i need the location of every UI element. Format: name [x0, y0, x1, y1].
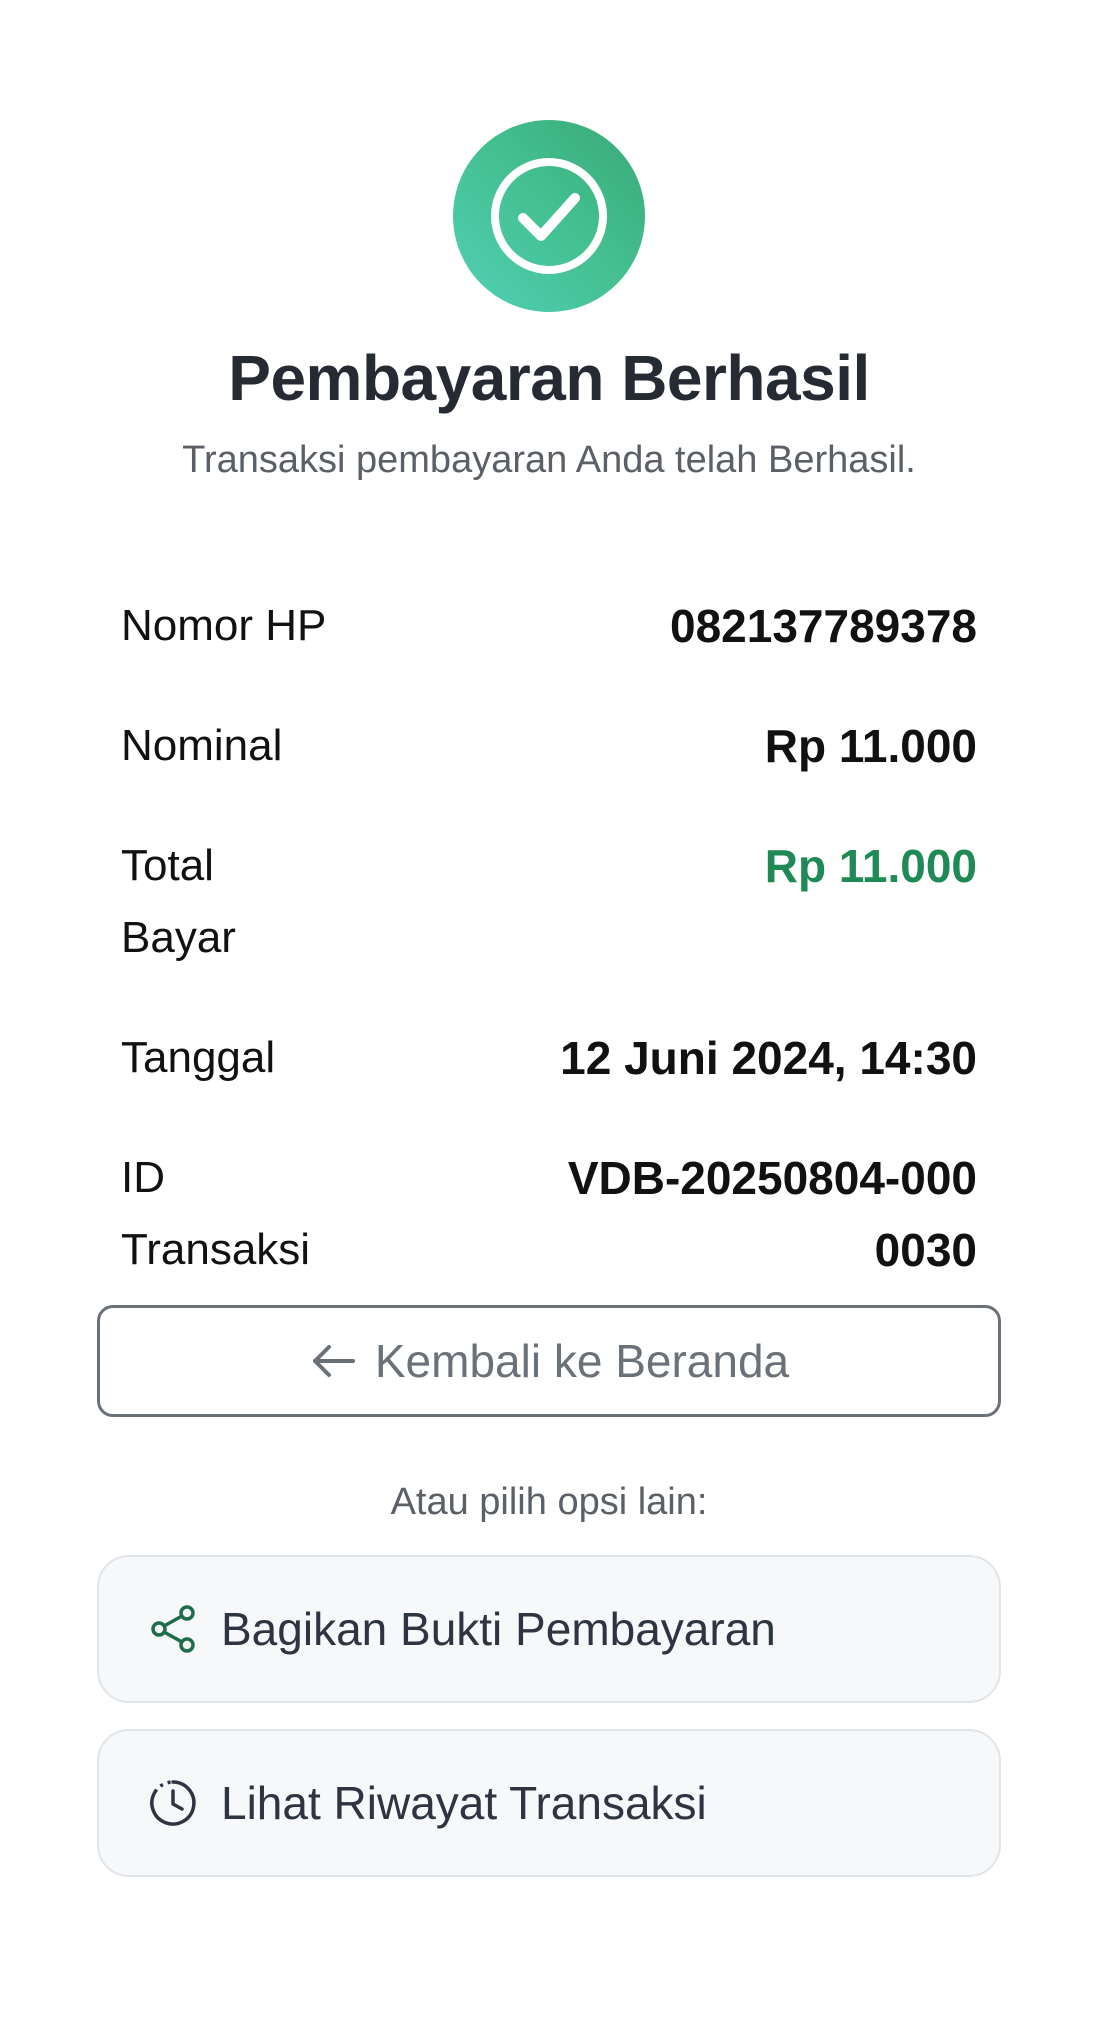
- detail-label: Nominal: [121, 721, 283, 770]
- success-badge: [453, 120, 645, 312]
- detail-label: Total Bayar: [121, 841, 236, 962]
- page-subtitle: Transaksi pembayaran Anda telah Berhasil…: [182, 439, 916, 481]
- detail-value: 082137789378: [670, 600, 977, 652]
- share-receipt-button[interactable]: Bagikan Bukti Pembayaran: [97, 1555, 1001, 1703]
- arrow-left-icon: [312, 1345, 355, 1377]
- detail-value: 12 Juni 2024, 14:30: [560, 1032, 977, 1084]
- detail-label: ID Transaksi: [121, 1153, 311, 1274]
- share-button-label: Bagikan Bukti Pembayaran: [221, 1603, 776, 1655]
- share-icon: [151, 1605, 195, 1653]
- alternative-options-prompt: Atau pilih opsi lain:: [390, 1481, 708, 1523]
- check-circle-icon: [491, 158, 607, 274]
- detail-row-transaction-id: ID Transaksi VDB-20250804-0000030: [121, 1142, 977, 1286]
- transaction-history-button[interactable]: Lihat Riwayat Transaksi: [97, 1729, 1001, 1877]
- total-amount-value: Rp 11.000: [764, 840, 977, 892]
- transaction-details: Nomor HP 082137789378 Nominal Rp 11.000 …: [121, 590, 977, 1334]
- detail-value: Rp 11.000: [764, 720, 977, 772]
- detail-row-total: Total Bayar Rp 11.000: [121, 830, 977, 974]
- back-to-home-button[interactable]: Kembali ke Beranda: [97, 1305, 1001, 1417]
- page-title: Pembayaran Berhasil: [228, 342, 870, 414]
- payment-success-page: Pembayaran Berhasil Transaksi pembayaran…: [0, 0, 1098, 2022]
- history-clock-icon: [150, 1780, 196, 1826]
- back-button-label: Kembali ke Beranda: [374, 1335, 790, 1387]
- detail-row-phone: Nomor HP 082137789378: [121, 590, 977, 662]
- transaction-id-value: VDB-20250804-0000030: [567, 1152, 977, 1276]
- detail-label: Nomor HP: [121, 601, 327, 650]
- history-button-label: Lihat Riwayat Transaksi: [221, 1777, 707, 1829]
- detail-row-nominal: Nominal Rp 11.000: [121, 710, 977, 782]
- detail-label: Tanggal: [121, 1033, 276, 1082]
- detail-row-date: Tanggal 12 Juni 2024, 14:30: [121, 1022, 977, 1094]
